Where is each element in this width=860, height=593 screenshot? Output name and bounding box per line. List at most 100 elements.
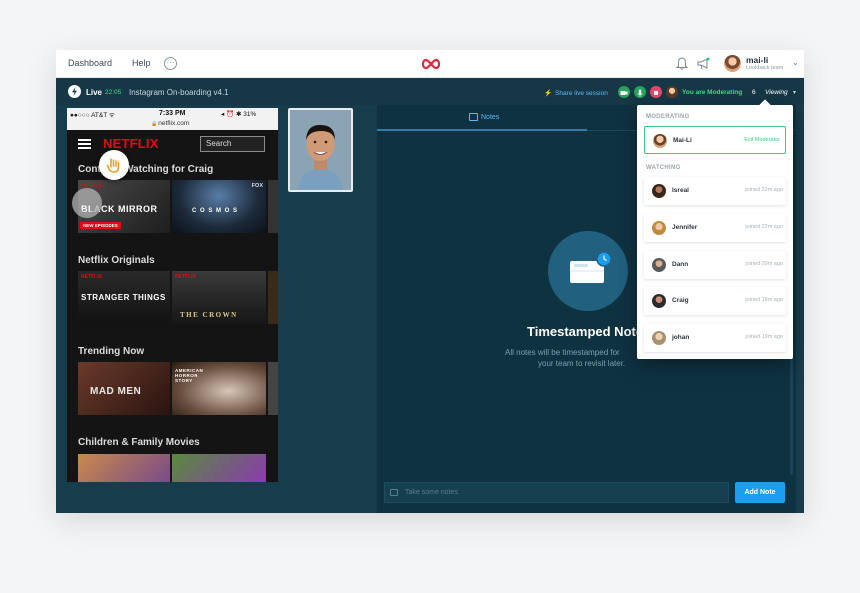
tab-notes-label: Notes [481,114,500,121]
participant-face [290,110,351,190]
session-title: Instagram On-boarding v4.1 [129,88,229,97]
bolt-icon: ⚡ [544,90,553,97]
list-item[interactable]: Dann joined 20m ago [644,251,786,279]
avatar [652,294,666,308]
tile-the-crown[interactable]: NETFLIX THE CROWN [172,271,266,324]
viewers-dropdown: MODERATING Mai-Li Exit Moderator WATCHIN… [637,105,793,359]
bolt-icon [68,85,81,98]
moderator-name: Mai-Li [673,137,692,144]
user-avatar[interactable] [724,55,741,72]
tile-stranger-things[interactable]: NETFLIX STRANGER THINGS [78,271,170,324]
live-timer: 22:05 [105,89,122,96]
browser-url: 🔒netflix.com [151,120,189,127]
row-title-children-family: Children & Family Movies [78,437,200,448]
moderating-section-label: MODERATING [646,114,690,120]
battery-status: ◂ ⏰ ✱ 31% [221,111,257,118]
tile-label: AMERICAN HORROR STORY [175,368,204,383]
watching-section-label: WATCHING [646,165,681,171]
viewer-joined-time: joined 20m ago [745,261,783,267]
list-item[interactable]: johan joined 19m ago [644,324,786,352]
viewer-joined-time: joined 22m ago [745,224,783,230]
new-episodes-tag: NEW EPISODES [80,222,121,229]
viewer-joined-time: joined 22m ago [745,187,783,193]
bell-icon[interactable] [676,57,688,70]
participant-webcam [288,108,353,192]
avatar [652,331,666,345]
list-item[interactable]: Jennifer joined 22m ago [644,214,786,242]
avatar [653,134,667,148]
notes-empty-title: Timestamped Notes [527,324,651,339]
viewer-name: Dann [672,261,689,268]
mic-icon [637,89,643,97]
viewer-name: johan [672,334,690,341]
more-options-button[interactable]: ··· [164,57,177,70]
notes-icon [469,113,478,121]
netflix-logo[interactable]: NETFLIX [103,136,159,151]
viewer-name: Craig [672,297,689,304]
nav-help-link[interactable]: Help [132,58,151,68]
chevron-down-icon[interactable]: ⌄ [792,58,799,67]
row-title-netflix-originals: Netflix Originals [78,255,155,266]
tile-partial[interactable] [268,362,278,415]
tile-kids-2[interactable] [172,454,266,482]
touch-indicator [72,188,102,218]
carrier-signal: ●●○○○ AT&T ᯤ [70,112,115,119]
notes-input[interactable]: Take some notes [384,482,729,503]
viewer-joined-time: joined 19m ago [745,297,783,303]
netflix-search-input[interactable]: Search [200,136,265,152]
netflix-badge: NETFLIX [175,274,196,280]
notes-empty-illustration [548,231,628,311]
viewer-name: Isreal [672,187,689,194]
viewer-count: 6 [752,89,756,96]
moderator-row[interactable]: Mai-Li Exit Moderator [644,126,786,154]
list-item[interactable]: Isreal joined 22m ago [644,177,786,205]
tile-mad-men[interactable]: MAD MEN [78,362,170,415]
avatar [652,258,666,272]
nav-dashboard-link[interactable]: Dashboard [68,58,112,68]
hand-cursor-icon [99,150,129,180]
hamburger-menu-icon[interactable] [78,139,91,149]
netflix-badge: NETFLIX [81,274,102,280]
viewing-dropdown[interactable]: Viewing [765,89,788,96]
megaphone-icon[interactable] [697,57,710,70]
avatar [652,221,666,235]
tile-label: STRANGER THINGS [81,293,166,302]
session-bar: Live 22:05 Instagram On-boarding v4.1 ⚡ S… [56,79,804,105]
list-item[interactable]: Craig joined 19m ago [644,287,786,315]
moderating-status: You are Moderating [682,89,743,96]
app-window: Dashboard Help ··· mai-li Lookback team … [56,50,804,513]
tab-notes[interactable]: Notes [377,105,587,131]
moderator-avatar[interactable] [666,86,678,98]
chevron-down-icon[interactable]: ▾ [793,89,796,96]
fox-badge: FOX [251,183,263,189]
user-team: Lookback team [746,65,784,71]
record-icon [654,91,658,95]
phone-screen-stream: ●●○○○ AT&T ᯤ 7:33 PM ◂ ⏰ ✱ 31% 🔒netflix.… [67,108,278,482]
tile-kids-1[interactable] [78,454,170,482]
tile-cosmos[interactable]: FOX C O S M O S [172,180,266,233]
phone-status-bar: ●●○○○ AT&T ᯤ 7:33 PM ◂ ⏰ ✱ 31% 🔒netflix.… [67,108,278,130]
infinity-logo-icon[interactable] [420,58,442,70]
lock-icon: 🔒 [151,121,158,127]
record-stop-button[interactable] [650,86,662,98]
share-live-session-label: Share live session [555,90,608,97]
camera-toggle-button[interactable] [618,86,630,98]
top-navigation: Dashboard Help ··· mai-li Lookback team … [56,50,804,78]
tile-american-horror-story[interactable]: AMERICAN HORROR STORY [172,362,266,415]
tile-partial[interactable] [268,180,278,233]
share-live-session-link[interactable]: ⚡ Share live session [544,89,608,97]
notes-icon [390,489,398,496]
tile-label: MAD MEN [90,386,142,397]
mic-toggle-button[interactable] [634,86,646,98]
notes-icon [570,251,612,283]
user-name[interactable]: mai-li [746,55,768,65]
row-title-trending-now: Trending Now [78,346,145,357]
live-label: Live [86,88,103,97]
notes-empty-description: your team to revisit later. [538,359,626,368]
avatar [652,184,666,198]
browser-url-text: netflix.com [158,120,190,127]
add-note-button[interactable]: Add Note [735,482,785,503]
tile-partial[interactable] [268,271,278,324]
exit-moderator-button[interactable]: Exit Moderator [730,137,780,143]
phone-clock: 7:33 PM [159,110,186,117]
